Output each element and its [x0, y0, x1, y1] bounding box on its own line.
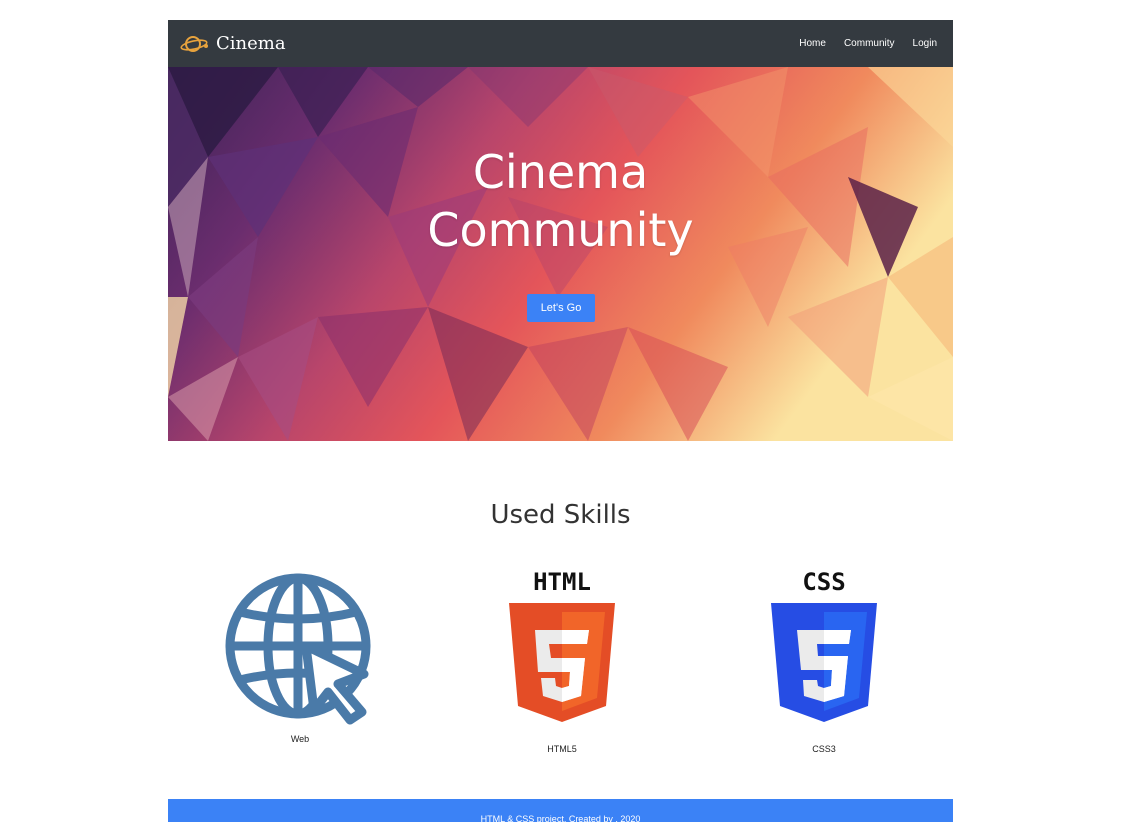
hero-title: Cinema Community	[168, 143, 953, 259]
nav-link-home[interactable]: Home	[799, 38, 826, 49]
css3-icon: CSS	[771, 570, 877, 722]
footer: HTML & CSS project. Created by , 2020	[168, 799, 953, 822]
skill-label-css3: CSS3	[812, 744, 836, 754]
website: Cinema Home Community Login Cinema Commu…	[168, 20, 953, 822]
skill-label-web: Web	[290, 734, 310, 744]
footer-text: HTML & CSS project. Created by , 2020	[480, 814, 641, 822]
navbar: Cinema Home Community Login	[168, 20, 953, 67]
hero-banner: Cinema Community Let's Go	[168, 67, 953, 441]
nav-link-community[interactable]: Community	[844, 38, 895, 49]
brand[interactable]: Cinema	[180, 33, 286, 55]
css3-caption: CSS	[802, 570, 845, 596]
planet-logo-icon	[180, 35, 208, 52]
hero-title-line-1: Cinema	[472, 145, 649, 199]
nav-links: Home Community Login	[799, 38, 937, 49]
brand-name: Cinema	[216, 33, 286, 54]
html5-caption: HTML	[533, 570, 591, 596]
lets-go-button[interactable]: Let's Go	[527, 294, 595, 322]
skill-web: Web	[190, 570, 410, 744]
globe-cursor-icon	[225, 573, 371, 725]
html5-icon: HTML	[509, 570, 615, 722]
skill-label-html5: HTML5	[547, 744, 577, 754]
hero-title-line-2: Community	[427, 203, 694, 257]
skills-heading: Used Skills	[490, 500, 631, 530]
nav-link-login[interactable]: Login	[913, 38, 937, 49]
skill-html5: HTML HTML5	[452, 570, 672, 754]
skill-css3: CSS CSS3	[714, 570, 934, 754]
page: Cinema Home Community Login Cinema Commu…	[0, 0, 1122, 822]
